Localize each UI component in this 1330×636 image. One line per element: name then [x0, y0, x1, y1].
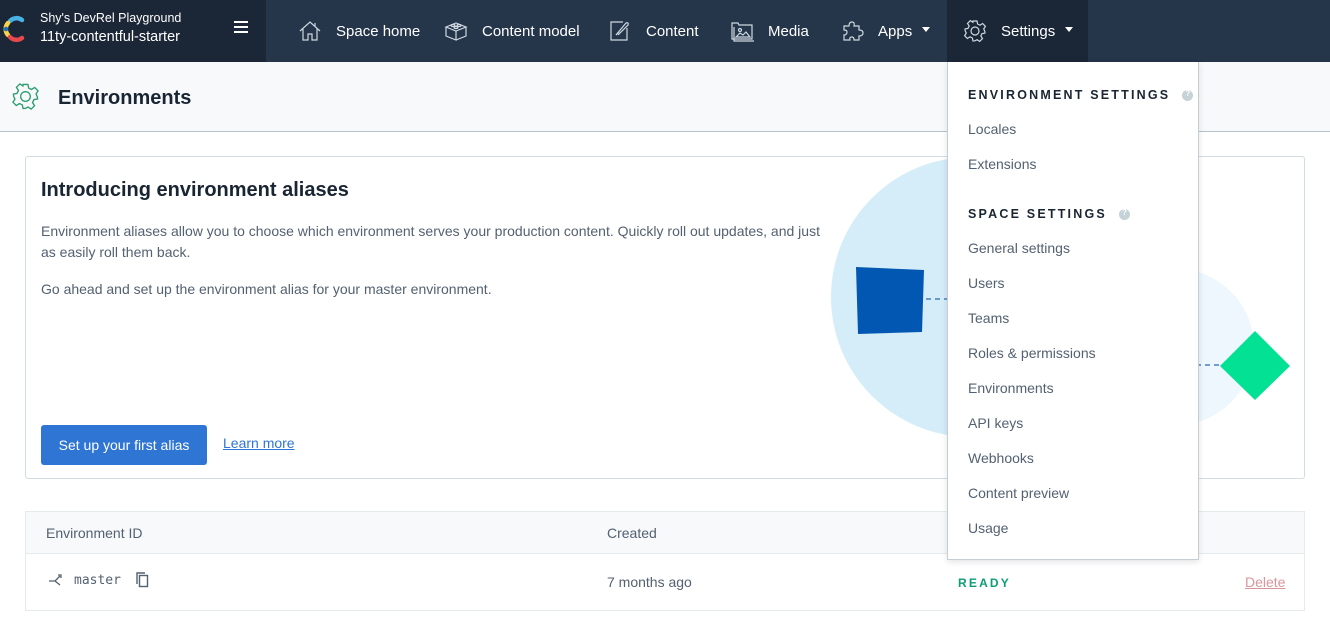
nav-label: Media [768, 22, 809, 40]
space-switcher[interactable]: Shy's DevRel Playground 11ty-contentful-… [0, 0, 266, 62]
page-title: Environments [58, 87, 192, 109]
column-header-created: Created [607, 525, 657, 541]
menu-item-general-settings[interactable]: General settings [968, 240, 1070, 256]
menu-item-webhooks[interactable]: Webhooks [968, 450, 1034, 466]
media-icon [731, 22, 754, 42]
nav-label: Settings [1001, 22, 1056, 40]
nav-media[interactable]: Media [730, 0, 809, 62]
menu-item-teams[interactable]: Teams [968, 310, 1009, 326]
illustration-blue-square [856, 267, 924, 334]
environment-name: 11ty-contentful-starter [40, 29, 180, 45]
menu-item-environments[interactable]: Environments [968, 380, 1054, 396]
chevron-down-icon [922, 26, 931, 32]
section-title: SPACE SETTINGS [968, 207, 1107, 221]
intro-title: Introducing environment aliases [41, 179, 349, 201]
intro-call-to-action-text: Go ahead and set up the environment alia… [41, 281, 492, 297]
learn-more-link[interactable]: Learn more [223, 435, 295, 451]
status-badge: READY [958, 576, 1012, 590]
main-nav: Space home Content model Content Media A… [266, 0, 1330, 62]
contentful-logo-icon [3, 15, 25, 43]
nav-label: Space home [336, 22, 421, 40]
help-icon[interactable] [1118, 208, 1130, 220]
menu-item-content-preview[interactable]: Content preview [968, 485, 1069, 501]
nav-settings[interactable]: Settings [947, 0, 1088, 62]
nav-label: Content model [482, 22, 580, 40]
menu-item-api-keys[interactable]: API keys [968, 415, 1023, 431]
delete-environment-link[interactable]: Delete [1245, 574, 1285, 590]
help-icon[interactable] [1182, 89, 1194, 101]
column-header-environment-id: Environment ID [46, 525, 143, 541]
table-row: master 7 months ago READY Delete [26, 554, 1304, 610]
content-model-icon [444, 22, 468, 41]
menu-item-users[interactable]: Users [968, 275, 1005, 291]
nav-content[interactable]: Content [608, 0, 699, 62]
section-space-settings: SPACE SETTINGS [968, 207, 1130, 221]
menu-item-roles-permissions[interactable]: Roles & permissions [968, 345, 1096, 361]
content-icon [610, 21, 629, 41]
menu-item-extensions[interactable]: Extensions [968, 156, 1036, 172]
gear-icon [963, 19, 987, 43]
space-name: Shy's DevRel Playground [40, 11, 182, 25]
nav-space-home[interactable]: Space home [298, 0, 420, 62]
nav-label: Content [646, 22, 699, 40]
nav-content-model[interactable]: Content model [444, 0, 580, 62]
environment-id: master [74, 572, 121, 588]
created-cell: 7 months ago [607, 574, 692, 590]
settings-dropdown-menu: ENVIRONMENT SETTINGS Locales Extensions … [947, 62, 1199, 560]
home-icon [299, 21, 321, 41]
chevron-down-icon [1065, 26, 1074, 32]
environment-id-cell: master [48, 572, 149, 588]
menu-item-usage[interactable]: Usage [968, 520, 1008, 536]
gear-icon [12, 83, 39, 110]
puzzle-icon [843, 21, 864, 41]
nav-label: Apps [878, 22, 913, 40]
branch-icon [49, 574, 62, 586]
copy-icon[interactable] [135, 572, 149, 588]
top-navigation: Shy's DevRel Playground 11ty-contentful-… [0, 0, 1330, 62]
section-title: ENVIRONMENT SETTINGS [968, 88, 1171, 102]
section-environment-settings: ENVIRONMENT SETTINGS [968, 88, 1194, 102]
setup-first-alias-button[interactable]: Set up your first alias [41, 425, 207, 465]
nav-apps[interactable]: Apps [840, 0, 931, 62]
hamburger-menu-icon[interactable] [234, 21, 248, 33]
intro-description: Environment aliases allow you to choose … [41, 223, 820, 260]
menu-item-locales[interactable]: Locales [968, 121, 1016, 137]
